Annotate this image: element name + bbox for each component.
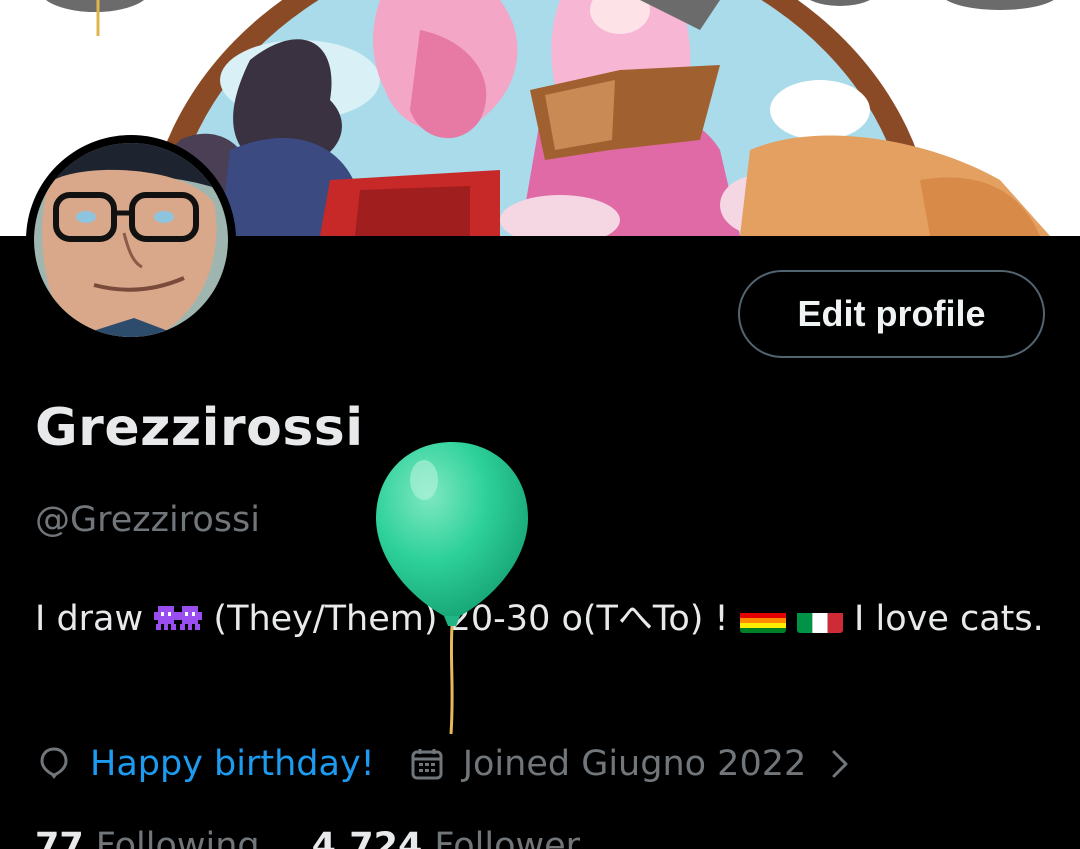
rainbow-flag-icon bbox=[739, 603, 786, 633]
edit-profile-button[interactable]: Edit profile bbox=[738, 270, 1045, 358]
display-name: Grezzirossi bbox=[35, 398, 364, 458]
followers-count: 4,724 bbox=[311, 826, 423, 849]
following-label: Following bbox=[95, 826, 260, 849]
following-count-link[interactable]: 77 Following bbox=[35, 826, 260, 849]
alien-monster-icon bbox=[154, 594, 203, 630]
avatar[interactable] bbox=[26, 135, 236, 345]
profile-screen: Edit profile Grezzirossi @Grezzirossi I … bbox=[0, 0, 1080, 849]
follow-stats: 77 Following 4,724 Follower bbox=[35, 826, 580, 849]
balloon-outline-icon bbox=[36, 746, 72, 782]
profile-bio: I draw (They/Them) 20-30 o(TへTo) ! I lov… bbox=[35, 590, 1045, 648]
username-handle: @Grezzirossi bbox=[35, 500, 260, 540]
birthday-link[interactable]: Happy birthday! bbox=[90, 744, 375, 784]
followers-count-link[interactable]: 4,724 Follower bbox=[312, 826, 580, 849]
followers-label: Follower bbox=[434, 826, 581, 849]
profile-meta-row: Happy birthday! Joined Giugno 2022 bbox=[36, 735, 860, 793]
bio-text-prefix: I draw bbox=[35, 599, 144, 639]
avatar-illustration bbox=[34, 143, 228, 337]
bio-text-middle: (They/Them) 20-30 o(TへTo) ! bbox=[213, 599, 729, 639]
calendar-icon bbox=[409, 746, 445, 782]
following-count: 77 bbox=[35, 826, 84, 849]
bio-text-suffix: I love cats. bbox=[854, 599, 1044, 639]
italy-flag-icon bbox=[796, 603, 843, 633]
joined-date: Joined Giugno 2022 bbox=[462, 744, 807, 784]
chevron-right-icon[interactable] bbox=[830, 746, 860, 782]
